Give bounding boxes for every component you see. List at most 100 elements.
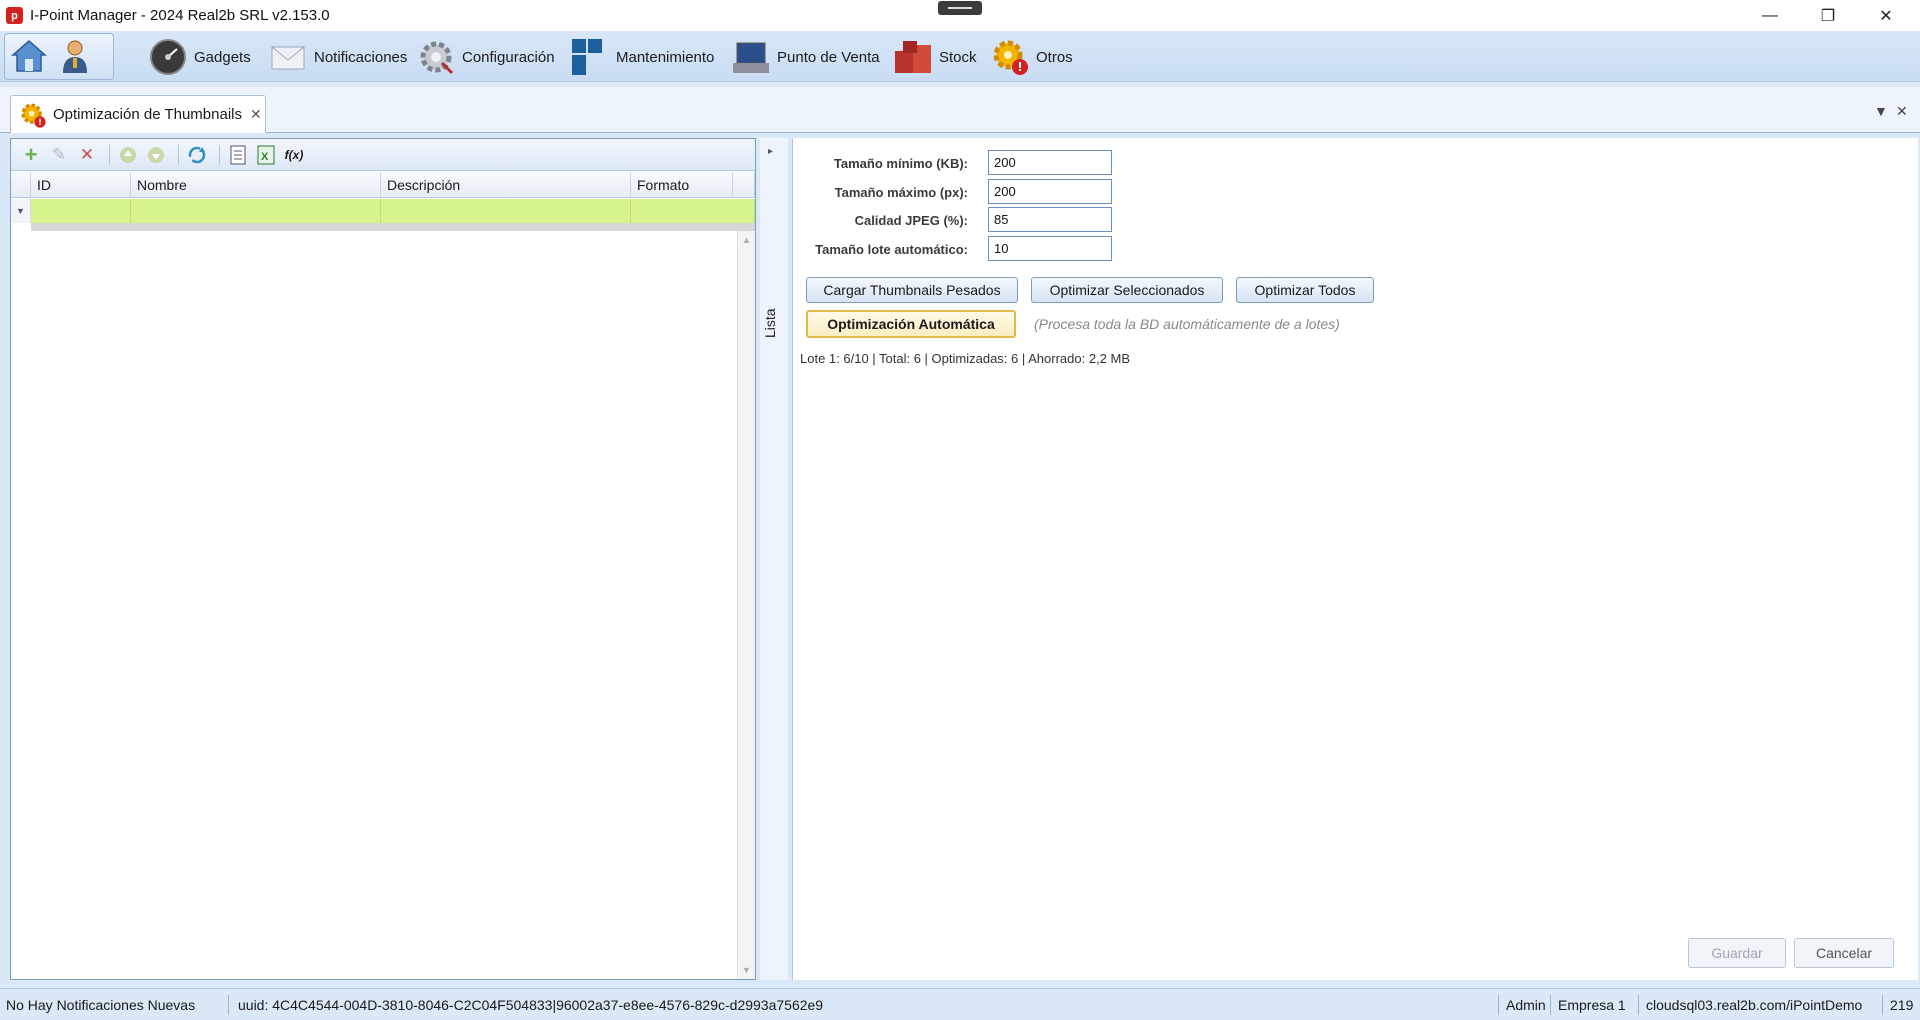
panel-splitter[interactable]: ▸ Lista — [760, 138, 788, 980]
status-separator — [1638, 995, 1639, 1015]
optimize-all-button[interactable]: Optimizar Todos — [1236, 277, 1374, 303]
close-all-tabs-icon[interactable]: ✕ — [1896, 103, 1908, 120]
monitor-icon — [731, 37, 771, 77]
jpeg-quality-label: Calidad JPEG (%): — [854, 213, 968, 228]
menu-label: Gadgets — [194, 48, 251, 66]
company-status: Empresa 1 — [1558, 997, 1626, 1013]
svg-text:X: X — [261, 151, 269, 163]
main-menu-bar: Gadgets Notificaciones Configuración Man… — [0, 31, 1920, 82]
batch-size-label: Tamaño lote automático: — [815, 242, 968, 257]
expand-chevron-icon[interactable]: ▸ — [768, 146, 773, 157]
menu-label: Notificaciones — [314, 48, 408, 66]
toolbar-separator — [219, 144, 220, 165]
delete-icon[interactable]: ✕ — [75, 143, 99, 167]
filter-cell-nombre[interactable] — [131, 199, 381, 223]
scroll-down-icon[interactable]: ▼ — [742, 965, 751, 975]
edit-icon[interactable]: ✎ — [47, 143, 71, 167]
close-tab-icon[interactable]: ✕ — [250, 106, 262, 123]
home-icon[interactable] — [9, 37, 49, 75]
column-header-nombre[interactable]: Nombre — [131, 172, 381, 198]
filter-cell-descripcion[interactable] — [381, 199, 631, 223]
status-separator — [1498, 995, 1499, 1015]
scroll-up-icon[interactable]: ▲ — [742, 235, 751, 245]
auto-optimize-button[interactable]: Optimización Automática — [806, 310, 1016, 338]
filter-cell-id[interactable] — [31, 199, 131, 223]
form-panel: Tamaño mínimo (KB): Tamaño máximo (px): … — [792, 138, 1918, 980]
export-document-icon[interactable] — [226, 143, 250, 167]
menu-mantenimiento[interactable]: Mantenimiento — [570, 35, 714, 79]
cancel-button[interactable]: Cancelar — [1794, 938, 1894, 968]
uuid-status: uuid: 4C4C4544-004D-3810-8046-C2C04F5048… — [238, 997, 824, 1013]
envelope-icon — [268, 37, 308, 77]
add-icon[interactable]: + — [19, 142, 43, 167]
server-status: cloudsql03.real2b.com/iPointDemo — [1646, 997, 1863, 1013]
column-header-spacer — [733, 172, 755, 198]
grid-header-row: ID Nombre Descripción Formato — [11, 172, 755, 198]
export-excel-icon[interactable]: X — [254, 143, 278, 167]
move-down-icon[interactable] — [144, 143, 168, 167]
jpeg-quality-input[interactable] — [988, 207, 1112, 232]
status-bar: No Hay Notificaciones Nuevas uuid: 4C4C4… — [0, 988, 1920, 1020]
toolbar-separator — [109, 144, 110, 165]
status-separator — [228, 995, 229, 1015]
column-header-id[interactable]: ID — [31, 172, 131, 198]
close-window-button[interactable]: ✕ — [1858, 0, 1914, 31]
filter-row: ▼ — [11, 199, 755, 223]
gear-alert-icon — [990, 37, 1030, 77]
status-separator — [1882, 995, 1883, 1015]
optimize-selected-button[interactable]: Optimizar Seleccionados — [1031, 277, 1223, 303]
gear-icon — [416, 37, 456, 77]
tab-list-dropdown-icon[interactable]: ▼ — [1874, 103, 1888, 119]
drag-handle[interactable] — [938, 1, 982, 15]
menu-label: Otros — [1036, 48, 1073, 66]
minimize-button[interactable]: — — [1742, 0, 1798, 31]
filter-cell-formato[interactable] — [631, 199, 755, 223]
menu-label: Punto de Venta — [777, 48, 880, 66]
column-header-formato[interactable]: Formato — [631, 172, 733, 198]
max-size-label: Tamaño máximo (px): — [834, 185, 968, 200]
menu-gadgets[interactable]: Gadgets — [148, 35, 251, 79]
menu-notificaciones[interactable]: Notificaciones — [268, 35, 407, 79]
extra-status: 219 — [1890, 997, 1914, 1013]
notifications-status[interactable]: No Hay Notificaciones Nuevas — [0, 989, 195, 1020]
batch-size-input[interactable] — [988, 236, 1112, 261]
move-up-icon[interactable] — [116, 143, 140, 167]
boxes-icon — [893, 37, 933, 77]
menu-configuracion[interactable]: Configuración — [416, 35, 555, 79]
menu-punto-de-venta[interactable]: Punto de Venta — [731, 35, 880, 79]
auto-optimize-hint: (Procesa toda la BD automáticamente de a… — [1034, 316, 1340, 332]
toolbar-separator — [178, 144, 179, 165]
title-bar: p I-Point Manager - 2024 Real2b SRL v2.1… — [0, 0, 1920, 31]
formula-icon[interactable]: f(x) — [282, 143, 306, 167]
lista-label[interactable]: Lista — [762, 308, 778, 338]
document-tab-strip: Optimización de Thumbnails ✕ ▼ ✕ — [0, 87, 1920, 133]
tab-optimizacion-thumbnails[interactable]: Optimización de Thumbnails ✕ — [10, 95, 266, 133]
app-logo-icon: p — [6, 7, 23, 24]
tiles-icon — [570, 37, 610, 77]
save-button[interactable]: Guardar — [1688, 938, 1786, 968]
grid-panel: + ✎ ✕ X f(x) ID Nombre Descripción Forma… — [10, 138, 756, 980]
menu-label: Mantenimiento — [616, 48, 715, 66]
menu-otros[interactable]: Otros — [990, 35, 1073, 79]
menu-stock[interactable]: Stock — [893, 35, 977, 79]
min-size-label: Tamaño mínimo (KB): — [833, 156, 968, 171]
window-title: I-Point Manager - 2024 Real2b SRL v2.153… — [30, 7, 330, 24]
menu-label: Configuración — [462, 48, 555, 66]
user-icon[interactable] — [55, 37, 95, 75]
min-size-input[interactable] — [988, 150, 1112, 175]
column-header-descripcion[interactable]: Descripción — [381, 172, 631, 198]
grid-toolbar: + ✎ ✕ X f(x) — [11, 139, 755, 171]
menu-label: Stock — [939, 48, 977, 66]
filter-row-indicator-icon: ▼ — [11, 199, 31, 223]
load-heavy-thumbnails-button[interactable]: Cargar Thumbnails Pesados — [806, 277, 1018, 303]
tab-label: Optimización de Thumbnails — [53, 106, 242, 123]
row-indicator-header — [11, 172, 31, 198]
grid-group-bar — [31, 223, 755, 231]
gauge-icon — [148, 37, 188, 77]
gear-alert-icon — [19, 101, 47, 129]
restore-button[interactable]: ❐ — [1800, 0, 1856, 31]
refresh-icon[interactable] — [185, 143, 209, 167]
max-size-input[interactable] — [988, 179, 1112, 204]
grid-vertical-scrollbar[interactable]: ▲ ▼ — [737, 231, 755, 979]
status-separator — [1550, 995, 1551, 1015]
